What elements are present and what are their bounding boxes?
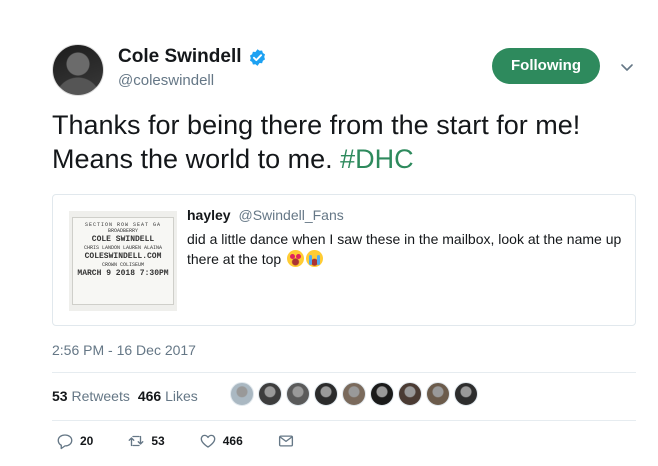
reply-button[interactable]: 20 <box>56 432 93 450</box>
tweet-text-line1: Thanks for being there from the start fo… <box>52 110 581 140</box>
quoted-tweet-author: hayley @Swindell_Fans <box>187 207 344 223</box>
reply-icon <box>57 434 73 450</box>
retweet-button[interactable]: 53 <box>127 432 165 450</box>
likes-count: 466 <box>137 388 162 404</box>
retweets-count: 53 <box>52 388 68 404</box>
engagement-stats: 53 Retweets 466 Likes <box>52 388 198 404</box>
divider <box>52 420 636 421</box>
retweet-icon <box>128 435 144 447</box>
author-display-name[interactable]: Cole Swindell <box>118 46 242 68</box>
quoted-tweet-handle[interactable]: @Swindell_Fans <box>238 207 343 223</box>
tweet-actions: 20 53 466 <box>56 432 329 450</box>
author-avatar[interactable] <box>52 44 104 96</box>
retweet-count: 53 <box>151 434 165 448</box>
ticket-line5: CROWN COLISEUM <box>101 262 144 268</box>
like-count: 466 <box>222 434 243 448</box>
quoted-tweet-image[interactable]: SECTION ROW SEAT GA BROADBERRY COLE SWIN… <box>69 211 177 311</box>
quoted-tweet-text: did a little dance when I saw these in t… <box>187 229 627 269</box>
tweet-text-line2: Means the world to me. #DHC <box>52 142 642 176</box>
verified-badge-icon <box>249 48 265 66</box>
liker-avatar[interactable] <box>230 382 254 406</box>
ticket-line6: MARCH 9 2018 7:30PM <box>77 269 169 278</box>
tweet-timestamp[interactable]: 2:56 PM - 16 Dec 2017 <box>52 342 196 358</box>
liker-avatar[interactable] <box>258 382 282 406</box>
ticket-image: SECTION ROW SEAT GA BROADBERRY COLE SWIN… <box>72 217 174 305</box>
author-name-row: Cole Swindell <box>118 46 267 68</box>
liker-avatars <box>230 382 478 406</box>
direct-message-button[interactable] <box>277 432 295 450</box>
reply-count: 20 <box>80 434 94 448</box>
following-button[interactable]: Following <box>492 48 600 84</box>
quoted-tweet-name[interactable]: hayley <box>187 207 231 223</box>
ticket-line4: COLESWINDELL.COM <box>84 252 162 261</box>
liker-avatar[interactable] <box>426 382 450 406</box>
retweets-label: Retweets <box>71 388 130 404</box>
chevron-down-icon[interactable] <box>620 60 634 74</box>
retweets-stat[interactable]: 53 Retweets <box>52 388 130 404</box>
crying-emoji-icon <box>306 250 324 267</box>
liker-avatar[interactable] <box>398 382 422 406</box>
liker-avatar[interactable] <box>314 382 338 406</box>
hashtag-link[interactable]: #DHC <box>340 144 414 174</box>
quoted-tweet-body: did a little dance when I saw these in t… <box>187 231 622 267</box>
liker-avatar[interactable] <box>286 382 310 406</box>
liker-avatar[interactable] <box>454 382 478 406</box>
likes-label: Likes <box>165 388 198 404</box>
quoted-tweet-card[interactable]: SECTION ROW SEAT GA BROADBERRY COLE SWIN… <box>52 194 636 326</box>
likes-stat[interactable]: 466 Likes <box>138 388 198 404</box>
heart-icon <box>200 434 216 448</box>
author-handle[interactable]: @coleswindell <box>118 72 214 89</box>
tweet-text: Thanks for being there from the start fo… <box>52 108 642 176</box>
liker-avatar[interactable] <box>370 382 394 406</box>
heart-eyes-emoji-icon <box>287 250 305 267</box>
like-button[interactable]: 466 <box>199 432 243 450</box>
divider <box>52 372 636 373</box>
envelope-icon <box>278 435 293 447</box>
ticket-line2: COLE SWINDELL <box>91 235 155 244</box>
ticket-line1: BROADBERRY <box>107 228 138 234</box>
liker-avatar[interactable] <box>342 382 366 406</box>
ticket-line3: CHRIS LANDON LAUREN ALAINA <box>83 245 162 251</box>
tweet-text-line2-prefix: Means the world to me. <box>52 144 341 174</box>
